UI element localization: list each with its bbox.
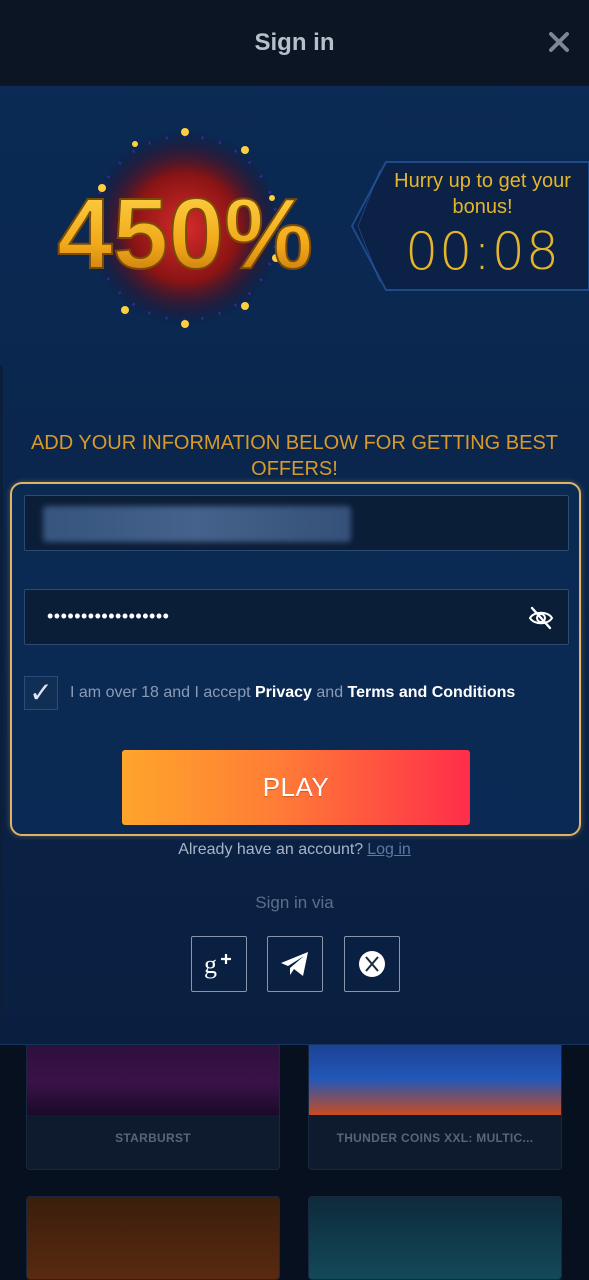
modal-title: Sign in	[254, 28, 335, 56]
timer-message: Hurry up to get your bonus!	[394, 170, 571, 218]
modal-header: Sign in	[0, 0, 589, 86]
privacy-link[interactable]: Privacy	[255, 684, 312, 701]
password-field[interactable]: ••••••••••••••••••	[24, 589, 569, 645]
eye-off-icon[interactable]	[528, 605, 554, 631]
play-button[interactable]: PLAY	[122, 750, 470, 825]
game-thumbnail	[27, 1197, 279, 1279]
game-thumbnail	[309, 1197, 561, 1279]
email-redacted-value	[43, 506, 351, 542]
game-card[interactable]: THUNDER COINS XXL: MULTIC...	[308, 1034, 562, 1170]
consent-text: I am over 18 and I accept Privacy and Te…	[70, 684, 515, 702]
email-field[interactable]	[24, 495, 569, 551]
google-plus-button[interactable]: g	[191, 936, 247, 992]
checkmark-icon: ✓	[29, 677, 53, 708]
consent-and: and	[316, 684, 344, 701]
game-thumbnail	[309, 1035, 561, 1115]
have-account-row: Already have an account? Log in	[0, 841, 589, 859]
game-title: STARBURST	[115, 1131, 191, 1145]
svg-text:g: g	[204, 950, 217, 979]
x-button[interactable]	[344, 936, 400, 992]
game-thumbnail	[27, 1035, 279, 1115]
game-card[interactable]	[308, 1196, 562, 1280]
bonus-badge-text: 450%	[57, 178, 313, 290]
telegram-icon	[281, 952, 308, 976]
games-grid-background: STARBURST THUNDER COINS XXL: MULTIC...	[0, 1034, 589, 1280]
google-plus-icon: g	[204, 950, 231, 979]
consent-prefix: I am over 18 and I accept	[70, 684, 251, 701]
close-icon[interactable]	[547, 30, 571, 54]
bonus-badge: 450%	[56, 128, 314, 328]
offers-headline: ADD YOUR INFORMATION BELOW FOR GETTING B…	[30, 432, 559, 480]
sign-in-form: •••••••••••••••••• ✓ I am over 18 and I …	[10, 482, 581, 836]
consent-checkbox[interactable]: ✓	[24, 676, 58, 710]
sign-in-modal: Sign in 450% Hurry up to get your bonus!…	[0, 0, 589, 1045]
telegram-button[interactable]	[267, 936, 323, 992]
sign-in-via-label: Sign in via	[255, 893, 334, 912]
game-card[interactable]	[26, 1196, 280, 1280]
game-title: THUNDER COINS XXL: MULTIC...	[336, 1131, 534, 1145]
game-card[interactable]: STARBURST	[26, 1034, 280, 1170]
login-link[interactable]: Log in	[367, 841, 411, 858]
have-account-text: Already have an account?	[178, 841, 364, 858]
divider	[0, 365, 3, 1015]
terms-link[interactable]: Terms and Conditions	[348, 684, 516, 701]
x-icon	[359, 951, 385, 977]
countdown-timer: 00:08	[405, 222, 560, 282]
password-value: ••••••••••••••••••	[47, 606, 170, 626]
